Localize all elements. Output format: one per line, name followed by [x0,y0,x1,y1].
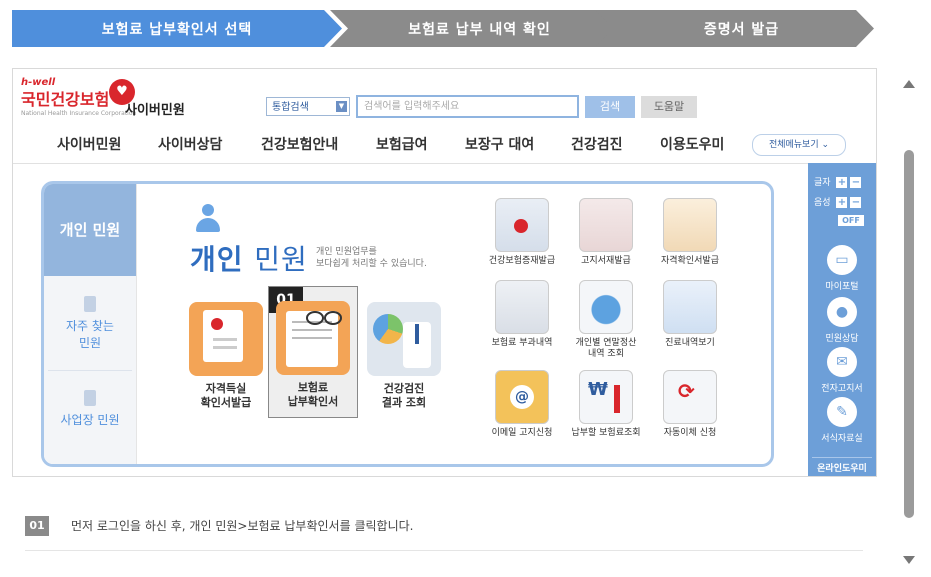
tab-workplace-civil[interactable]: 사업장 민원 [44,390,136,429]
paperclip-icon: ✎ [827,397,857,427]
nav-health-checkup[interactable]: 건강검진 [571,127,623,163]
step-3-issue: 증명서 발급 [595,10,874,47]
step-2-confirm: 보험료 납부 내역 확인 [330,10,615,47]
chevron-down-icon: ⌄ [821,140,830,150]
mini-card-reissue[interactable]: 건강보험증재발급 [482,198,562,267]
global-nav: 사이버민원 사이버상담 건강보험안내 보험급여 보장구 대여 건강검진 이용도우… [13,127,876,164]
mini-premium-charges[interactable]: 보험료 부과내역 [482,280,562,349]
vertical-scrollbar[interactable] [900,70,918,570]
site-title: 사이버민원 [125,103,185,118]
help-button[interactable]: 도움말 [641,96,697,118]
mini-qualification[interactable]: 자격확인서발급 [650,198,730,267]
font-size-control: 글자 + − [814,177,862,188]
nav-user-guide[interactable]: 이용도우미 [660,127,724,163]
search-scope-select[interactable]: 통합검색 ▼ [266,97,350,116]
quick-form-library[interactable]: ✎ 서식자료실 [808,397,876,444]
insurance-card-icon [495,198,549,252]
scroll-thumb[interactable] [904,150,914,518]
chat-bubble-icon: ● [827,297,857,327]
stethoscope-icon [663,280,717,334]
sound-off-button[interactable]: OFF [838,215,864,226]
sound-minus-button[interactable]: − [850,197,862,208]
nav-insurance-benefit[interactable]: 보험급여 [376,127,428,163]
tab-personal-civil[interactable]: 개인 민원 [44,184,136,276]
quick-e-notice[interactable]: ✉ 전자고지서 [808,347,876,394]
all-menu-button[interactable]: 전체메뉴보기 ⌄ [752,134,846,156]
won-chart-icon: ₩ [579,370,633,424]
instruction-text: 먼저 로그인을 하신 후, 개인 민원>보험료 납부확인서를 클릭합니다. [71,519,414,533]
nav-cyber-civil[interactable]: 사이버민원 [57,127,121,163]
section-title: 개인 민원 [190,243,308,276]
section-desc: 개인 민원업무를 보다쉽게 처리할 수 있습니다. [316,247,427,269]
divider [812,457,872,458]
mini-year-end-settlement[interactable]: 개인별 연말정산 내역 조회 [566,280,646,360]
scroll-up-icon[interactable] [903,80,915,88]
step-number-badge: 01 [25,516,49,536]
list-icon [84,296,96,312]
site-screenshot: h-well 국민건강보험 National Health Insurance … [12,68,877,477]
step-progress-bar: 보험료 납부확인서 선택 보험료 납부 내역 확인 증명서 발급 [12,10,874,47]
search-input[interactable]: 검색어를 입력해주세요 [356,95,579,118]
building-icon [84,390,96,406]
nav-device-rental[interactable]: 보장구 대여 [465,127,534,163]
quick-online-helper[interactable]: 온라인도우미 [808,461,876,474]
document-glasses-icon [276,301,350,375]
pie-chart-icon [579,280,633,334]
sound-control: 음성 + − [814,197,862,208]
auto-transfer-icon: ⟳ [663,370,717,424]
email-icon: @ [495,370,549,424]
font-minus-button[interactable]: − [850,177,862,188]
quick-my-portal[interactable]: ▭ 마이포털 [808,245,876,292]
card-premium-payment-certificate[interactable]: 01 보험료 납부확인서 [268,286,358,418]
chevron-down-icon: ▼ [336,101,347,112]
card-health-checkup-result[interactable]: 건강검진 결과 조회 [362,302,446,410]
divider [48,370,132,371]
mini-medical-history[interactable]: 진료내역보기 [650,280,730,349]
mini-payable-premium[interactable]: ₩ 납부할 보험료조회 [566,370,646,439]
envelope-icon: ✉ [827,347,857,377]
monitor-icon: ▭ [827,245,857,275]
nav-cyber-counsel[interactable]: 사이버상담 [158,127,222,163]
instruction-row: 01 먼저 로그인을 하신 후, 개인 민원>보험료 납부확인서를 클릭합니다. [25,514,863,551]
bill-icon [579,198,633,252]
quick-menu-bar: 글자 + − 음성 + − OFF ▭ 마이포털 ● 민원상담 ✉ 전자고지서 ✎ … [808,163,876,476]
quick-civil-counsel[interactable]: ● 민원상담 [808,297,876,344]
person-icon [194,204,222,236]
doctor-chart-icon [367,302,441,376]
nav-health-insurance-guide[interactable]: 건강보험안내 [261,127,338,163]
tab-faq-civil[interactable]: 자주 찾는 민원 [44,296,136,352]
civil-service-panel: 개인 민원 자주 찾는 민원 사업장 민원 개인 민원 개인 민원업무를 보다쉽… [41,181,774,467]
certificate-icon [663,198,717,252]
scroll-down-icon[interactable] [903,556,915,564]
step-1-select: 보험료 납부확인서 선택 [12,10,342,47]
font-plus-button[interactable]: + [836,177,848,188]
card-qualification-certificate[interactable]: 자격득실 확인서발급 [184,302,268,410]
left-nav: 개인 민원 자주 찾는 민원 사업장 민원 [44,184,137,464]
calculator-icon [495,280,549,334]
mini-auto-transfer[interactable]: ⟳ 자동이체 신청 [650,370,730,439]
search-button[interactable]: 검색 [585,96,635,118]
nhis-logo[interactable]: h-well 국민건강보험 National Health Insurance … [21,77,136,117]
mini-bill-reissue[interactable]: 고지서재발급 [566,198,646,267]
sound-plus-button[interactable]: + [836,197,848,208]
mini-email-notice[interactable]: @ 이메일 고지신청 [482,370,562,439]
clipboard-icon [189,302,263,376]
